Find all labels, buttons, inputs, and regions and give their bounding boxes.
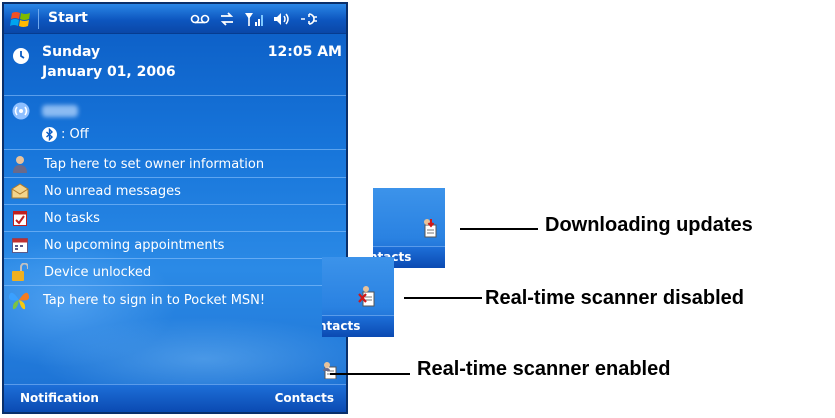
day-label: Sunday [42,44,101,60]
today-item-lock[interactable]: Device unlocked [4,259,346,285]
power-icon[interactable] [300,11,318,27]
lock-icon [11,263,29,281]
divider [4,95,346,96]
tasks-icon [11,209,29,227]
today-item-tasks[interactable]: No tasks [4,205,346,231]
start-menu-button[interactable]: Start [48,10,88,26]
today-screen: Start Sunday January 01, 2006 12:05 AM:… [2,2,348,414]
downloading-updates-tile: ntacts [373,188,445,268]
today-item-label: Device unlocked [44,264,152,280]
title-separator [38,9,39,29]
bluetooth-status-label: : Off [61,127,89,142]
today-item-label: No upcoming appointments [44,237,225,253]
wireless-icon[interactable] [12,102,30,120]
voicemail-icon[interactable] [190,13,210,25]
today-item-label: Tap here to sign in to Pocket MSN! [43,292,266,308]
downloading-updates-icon [424,219,437,238]
today-item-label: No unread messages [44,183,181,199]
callout-line [330,373,410,375]
sync-icon[interactable] [219,11,235,27]
owner-icon [11,155,29,173]
messages-icon [11,182,29,200]
callout-scanner-disabled: Real-time scanner disabled [485,287,744,309]
date-label: January 01, 2006 [42,64,176,80]
scanner-disabled-icon [358,286,375,307]
notification-softkey[interactable]: Notification [20,391,99,405]
time-label: 12:05 AM [267,44,342,60]
scanner-disabled-tile: ntacts [322,257,394,337]
title-bar: Start [4,4,346,34]
today-item-label: No tasks [44,210,100,226]
contacts-softkey[interactable]: Contacts [275,391,334,405]
callout-downloading-updates: Downloading updates [545,214,753,236]
contacts-label-fragment: ntacts [322,319,361,333]
msn-butterfly-icon [7,288,31,312]
date-time-block[interactable]: Sunday January 01, 2006 12:05 AM [4,42,346,98]
bluetooth-icon [42,127,57,142]
scanner-enabled-icon[interactable] [322,361,338,379]
callout-line [404,297,482,299]
calendar-icon [11,236,29,254]
today-item-msn[interactable]: Tap here to sign in to Pocket MSN! [4,287,346,313]
bluetooth-status[interactable]: : Off [42,127,89,142]
softkey-bar: Notification Contacts [4,384,346,412]
today-item-label: Tap here to set owner information [44,156,265,172]
signal-icon[interactable] [244,11,264,27]
today-item-messages[interactable]: No unread messages [4,178,346,204]
callout-line [460,228,538,230]
clock-icon [13,48,29,64]
speaker-icon[interactable] [273,11,291,27]
status-icons [190,11,318,27]
windows-flag-icon[interactable] [10,8,32,30]
network-name-blurred [42,105,78,117]
callout-scanner-enabled: Real-time scanner enabled [417,358,671,380]
divider [4,285,346,286]
today-item-owner[interactable]: Tap here to set owner information [4,151,346,177]
today-item-calendar[interactable]: No upcoming appointments [4,232,346,258]
divider [4,149,346,150]
